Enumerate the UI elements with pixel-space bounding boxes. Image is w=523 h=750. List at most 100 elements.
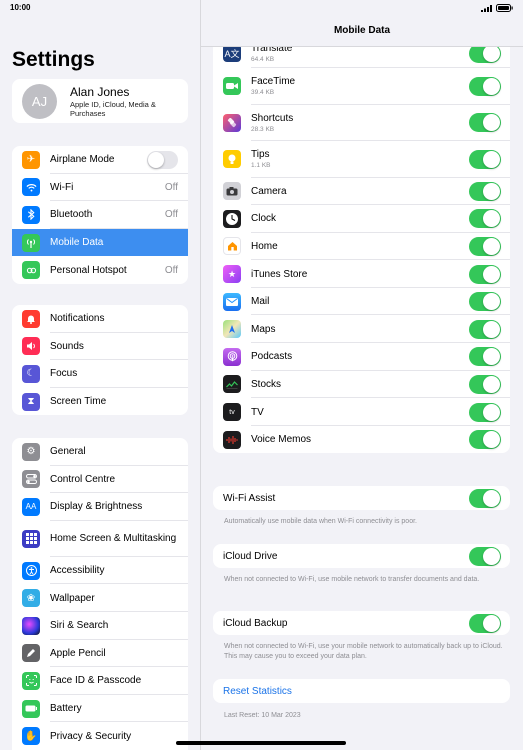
status-icons (481, 4, 513, 12)
app-row-maps: Maps (213, 315, 510, 343)
sidebar-item-siri-search[interactable]: Siri & Search (12, 612, 188, 640)
app-row-home: Home (213, 233, 510, 261)
last-reset-note: Last Reset: 10 Mar 2023 (224, 712, 301, 719)
camera-icon (223, 182, 241, 201)
icloud-backup-row: iCloud Backup (213, 611, 510, 635)
voice-memos-toggle[interactable] (469, 430, 501, 450)
wifi-icon (22, 178, 40, 197)
wifi-assist-toggle[interactable] (469, 488, 501, 508)
hourglass-icon: ⧗ (22, 392, 40, 411)
sidebar-group-notifications: Notifications Sounds ☾ Focus ⧗ Screen Ti… (12, 305, 188, 416)
antenna-icon (22, 233, 40, 252)
app-row-mail: Mail (213, 288, 510, 316)
reset-statistics-row[interactable]: Reset Statistics (213, 679, 510, 703)
sidebar-item-accessibility[interactable]: Accessibility (12, 557, 188, 585)
facetime-toggle[interactable] (469, 76, 501, 96)
app-usage-list: A文 Translate 64.4 KB FaceTime 39.4 KB Shor… (213, 38, 510, 454)
home-toggle[interactable] (469, 236, 501, 256)
maps-toggle[interactable] (469, 319, 501, 339)
pane-title: Mobile Data (333, 25, 391, 36)
sidebar-item-airplane-mode[interactable]: ✈ Airplane Mode (12, 146, 188, 174)
sidebar-item-home-screen[interactable]: Home Screen & Multitasking (12, 521, 188, 557)
sidebar-item-display-brightness[interactable]: AA Display & Brightness (12, 493, 188, 521)
app-row-stocks: Stocks (213, 371, 510, 399)
app-name: Shortcuts (251, 112, 294, 124)
sidebar-item-notifications[interactable]: Notifications (12, 305, 188, 333)
status-time: 10:00 (10, 3, 31, 12)
sidebar-item-personal-hotspot[interactable]: Personal Hotspot Off (12, 256, 188, 284)
siri-icon (22, 616, 40, 635)
sidebar-item-wifi[interactable]: Wi-Fi Off (12, 174, 188, 202)
envelope-icon (223, 292, 241, 311)
sidebar-item-control-centre[interactable]: Control Centre (12, 466, 188, 494)
aa-icon: AA (22, 497, 40, 516)
sidebar-item-apple-pencil[interactable]: Apple Pencil (12, 640, 188, 668)
hotspot-icon (22, 261, 40, 280)
gear-icon: ⚙ (22, 442, 40, 461)
appletv-icon: tv (223, 403, 241, 422)
shortcuts-toggle[interactable] (469, 113, 501, 133)
home-indicator[interactable] (176, 741, 346, 745)
sidebar-item-label: Home Screen & Multitasking (50, 532, 177, 544)
lightbulb-icon (223, 150, 241, 169)
app-name: TV (251, 406, 264, 418)
tv-toggle[interactable] (469, 402, 501, 422)
podcast-icon (223, 347, 241, 366)
sidebar-item-privacy[interactable]: ✋ Privacy & Security (12, 722, 188, 750)
sidebar-item-battery[interactable]: Battery (12, 695, 188, 723)
reset-statistics-button[interactable]: Reset Statistics (223, 686, 292, 697)
sidebar-item-label: Sounds (50, 340, 84, 352)
sidebar-item-label: Bluetooth (50, 209, 93, 221)
sidebar-item-label: Mobile Data (50, 237, 104, 249)
sidebar-item-general[interactable]: ⚙ General (12, 438, 188, 466)
stocks-toggle[interactable] (469, 374, 501, 394)
sidebar-item-wallpaper[interactable]: ❀ Wallpaper (12, 584, 188, 612)
sidebar-item-face-id[interactable]: Face ID & Passcode (12, 667, 188, 695)
icloud-backup-note: When not connected to Wi-Fi, use your mo… (224, 643, 503, 660)
airplane-mode-toggle[interactable] (147, 150, 178, 169)
mail-toggle[interactable] (469, 292, 501, 312)
app-name: Tips (251, 149, 270, 161)
itunes-store-toggle[interactable] (469, 264, 501, 284)
app-row-camera: Camera (213, 178, 510, 206)
icloud-backup-toggle[interactable] (469, 613, 501, 633)
app-row-shortcuts: Shortcuts 28.3 KB (213, 105, 510, 142)
tips-toggle[interactable] (469, 149, 501, 169)
icloud-drive-label: iCloud Drive (223, 550, 278, 562)
faceid-icon (22, 671, 40, 690)
sidebar-item-focus[interactable]: ☾ Focus (12, 360, 188, 388)
profile-subtitle: Apple ID, iCloud, Media & Purchases (70, 100, 156, 118)
sidebar-item-sounds[interactable]: Sounds (12, 333, 188, 361)
app-name: Camera (251, 185, 287, 197)
app-name: Podcasts (251, 351, 293, 363)
app-row-facetime: FaceTime 39.4 KB (213, 68, 510, 105)
sidebar-item-label: Airplane Mode (50, 154, 115, 166)
pencil-icon (22, 644, 40, 663)
app-data-size: 39.4 KB (251, 89, 275, 97)
app-row-tips: Tips 1.1 KB (213, 141, 510, 178)
star-icon: ★ (223, 265, 241, 284)
sidebar-item-bluetooth[interactable]: Bluetooth Off (12, 201, 188, 229)
sidebar-item-label: Wi-Fi (50, 181, 74, 193)
camera-toggle[interactable] (469, 181, 501, 201)
sidebar-item-screen-time[interactable]: ⧗ Screen Time (12, 388, 188, 416)
sidebar-item-mobile-data[interactable]: Mobile Data (12, 228, 188, 257)
clock-toggle[interactable] (469, 209, 501, 229)
sidebar-item-label: Notifications (50, 313, 105, 325)
profile-card[interactable]: AJ Alan Jones Apple ID, iCloud, Media & … (12, 79, 188, 123)
icloud-drive-toggle[interactable] (469, 546, 501, 566)
hand-icon: ✋ (22, 727, 40, 746)
status-bar: 10:00 (0, 0, 523, 16)
battery-status-icon (496, 4, 513, 12)
icloud-backup-label: iCloud Backup (223, 617, 288, 629)
icloud-drive-note: When not connected to Wi-Fi, use mobile … (224, 576, 480, 583)
app-name: Maps (251, 323, 276, 335)
wifi-assist-label: Wi-Fi Assist (223, 492, 276, 504)
app-name: Stocks (251, 378, 282, 390)
shortcuts-icon (223, 113, 241, 132)
speaker-icon (22, 337, 40, 356)
page-title: Settings (12, 48, 95, 71)
app-name: iTunes Store (251, 268, 308, 280)
podcasts-toggle[interactable] (469, 347, 501, 367)
sidebar-item-label: Battery (50, 703, 82, 715)
